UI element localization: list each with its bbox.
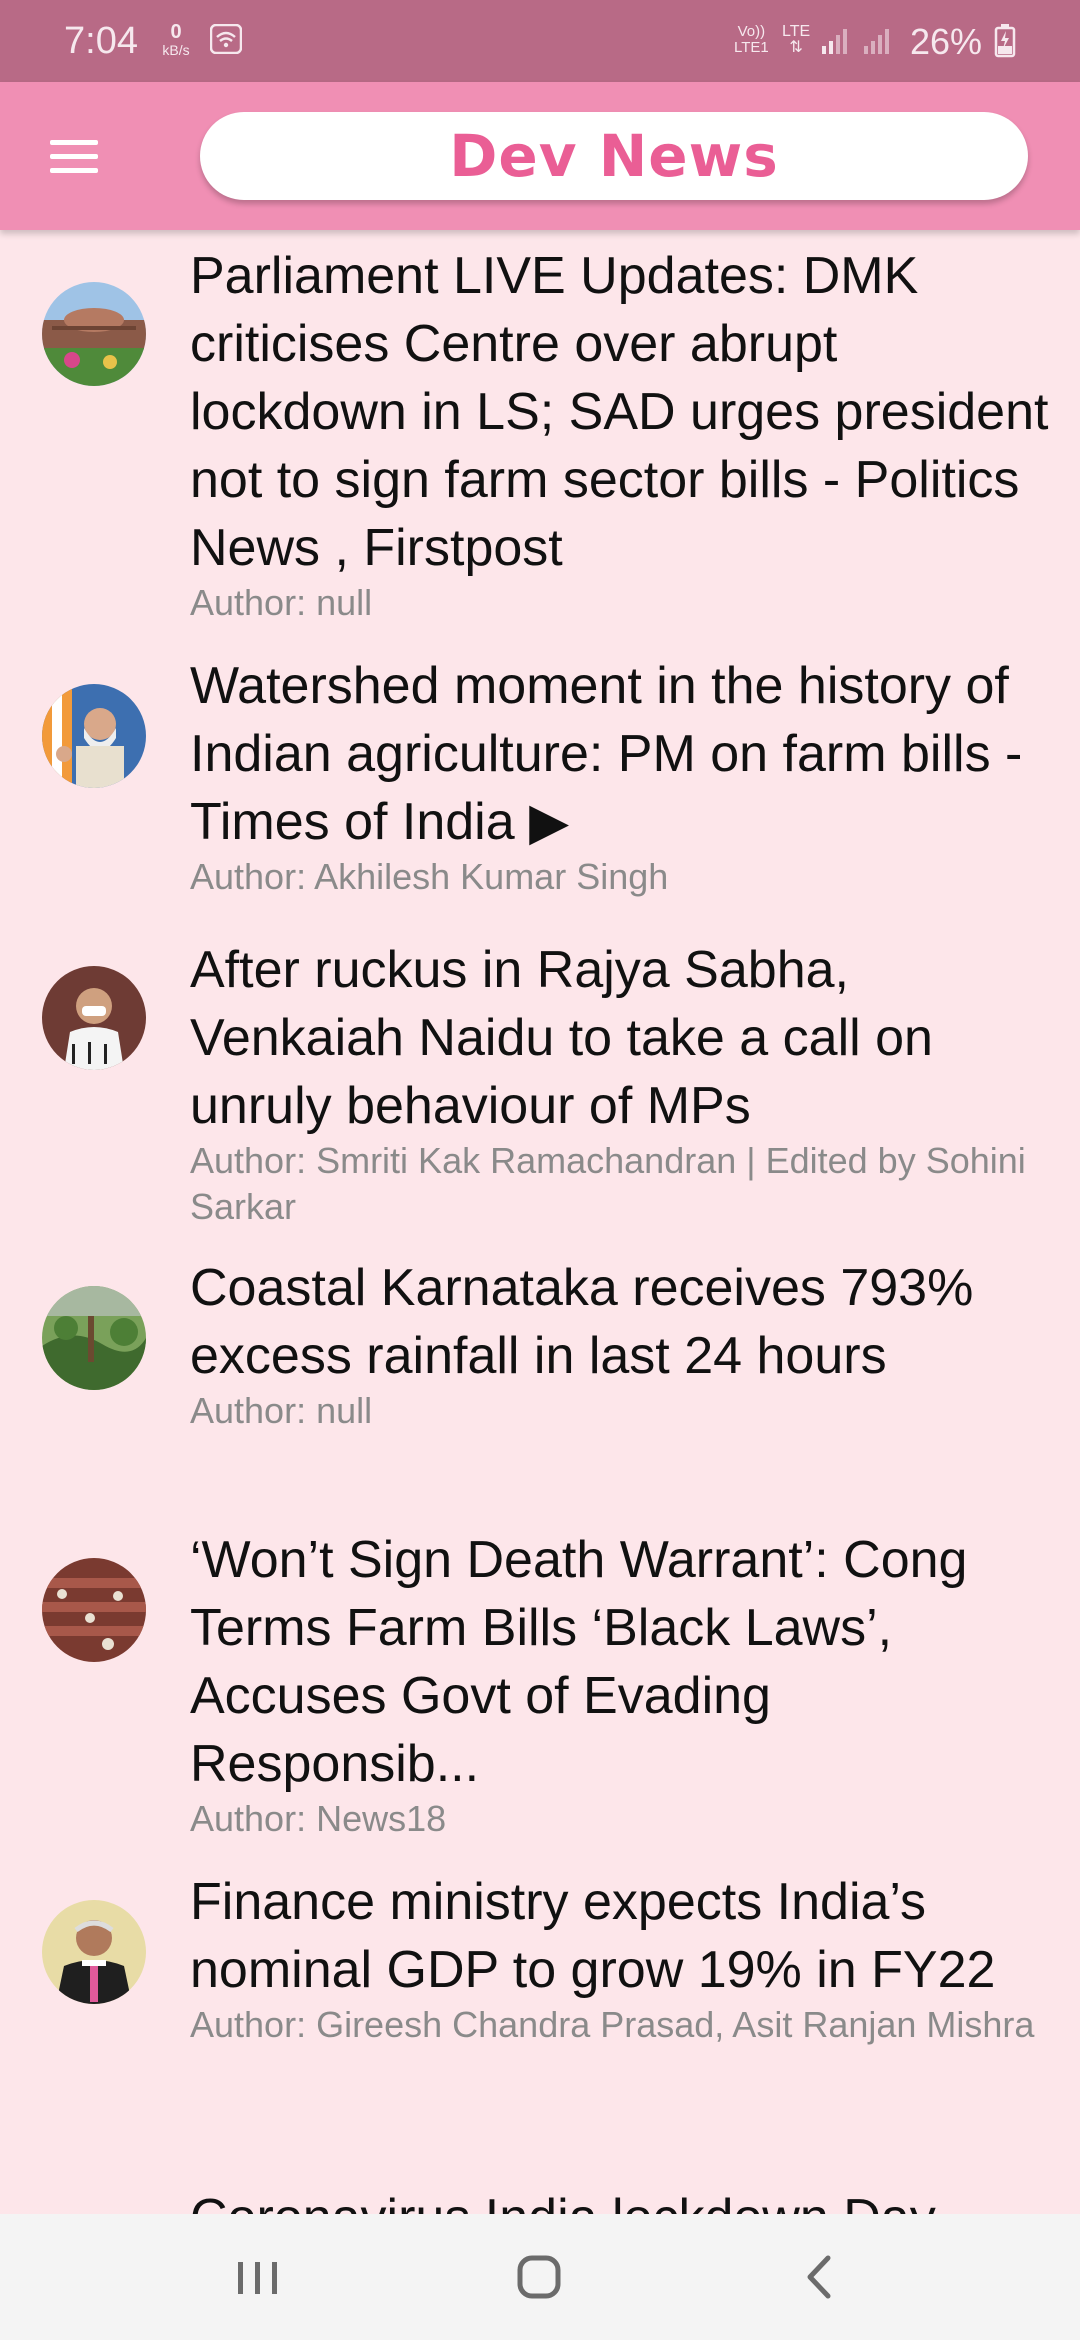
back-icon[interactable]	[780, 2240, 860, 2314]
volte-indicator: Vo)) LTE1	[734, 24, 769, 56]
news-item-content: Parliament LIVE Updates: DMK criticises …	[190, 242, 1050, 626]
data-arrows-icon: ⇅	[789, 39, 803, 56]
news-author: Author: null	[190, 1390, 373, 1431]
wifi-icon	[210, 24, 242, 54]
news-item-content: ‘Won’t Sign Death Warrant’: Cong Terms F…	[190, 1526, 1050, 1842]
lte-indicator: LTE ⇅	[782, 24, 810, 56]
battery-charging-icon	[994, 24, 1016, 58]
system-navigation-bar	[0, 2214, 1080, 2340]
network-speed-value: 0	[170, 21, 182, 43]
news-title: After ruckus in Rajya Sabha, Venkaiah Na…	[190, 941, 933, 1135]
volte-sub-label: LTE1	[734, 39, 769, 56]
news-item-content: Watershed moment in the history of India…	[190, 652, 1050, 900]
article-thumbnail	[42, 1286, 146, 1390]
news-author: Author: Akhilesh Kumar Singh	[190, 856, 669, 897]
app-title: Dev News	[449, 122, 779, 190]
news-title: Coronavirus India lockdown Day	[190, 2184, 1050, 2214]
network-speed-unit: kB/s	[162, 42, 190, 58]
news-title: Parliament LIVE Updates: DMK criticises …	[190, 247, 1049, 577]
signal-strength-sim2-icon	[864, 29, 889, 54]
battery-percentage: 26%	[910, 21, 983, 62]
article-thumbnail	[42, 966, 146, 1070]
news-title: Finance ministry expects India’s nominal…	[190, 1873, 996, 1999]
news-author: Author: null	[190, 582, 373, 623]
article-thumbnail	[42, 282, 146, 386]
news-author: Author: Smriti Kak Ramachandran | Edited…	[190, 1140, 1026, 1227]
news-list[interactable]: Parliament LIVE Updates: DMK criticises …	[0, 230, 1080, 2214]
news-title: Coastal Karnataka receives 793% excess r…	[190, 1259, 974, 1385]
app-title-container: Dev News	[200, 112, 1028, 200]
news-author: Author: Gireesh Chandra Prasad, Asit Ran…	[190, 2004, 1035, 2045]
news-item-content: Coastal Karnataka receives 793% excess r…	[190, 1254, 1050, 1434]
signal-strength-icon	[822, 29, 847, 54]
home-icon[interactable]	[498, 2240, 578, 2314]
news-author: Author: News18	[190, 1798, 447, 1839]
status-time: 7:04	[64, 20, 138, 62]
app-bar: Dev News	[0, 82, 1080, 230]
news-title: ‘Won’t Sign Death Warrant’: Cong Terms F…	[190, 1531, 968, 1793]
volte-label: Vo))	[737, 23, 766, 40]
article-thumbnail	[42, 684, 146, 788]
lte-label: LTE	[782, 23, 811, 40]
status-bar: 7:04 0 kB/s Vo)) LTE1 LTE ⇅ 26%	[0, 0, 1080, 82]
news-item-content: Finance ministry expects India’s nominal…	[190, 1868, 1050, 2048]
recent-apps-icon[interactable]	[218, 2240, 298, 2314]
news-item-content: Coronavirus India lockdown Day	[190, 2184, 1050, 2214]
hamburger-menu-icon[interactable]	[44, 126, 104, 186]
news-title: Watershed moment in the history of India…	[190, 657, 1023, 851]
news-item-content: After ruckus in Rajya Sabha, Venkaiah Na…	[190, 936, 1050, 1230]
network-speed-indicator: 0 kB/s	[158, 22, 194, 58]
article-thumbnail	[42, 1900, 146, 2004]
article-thumbnail	[42, 1558, 146, 1662]
